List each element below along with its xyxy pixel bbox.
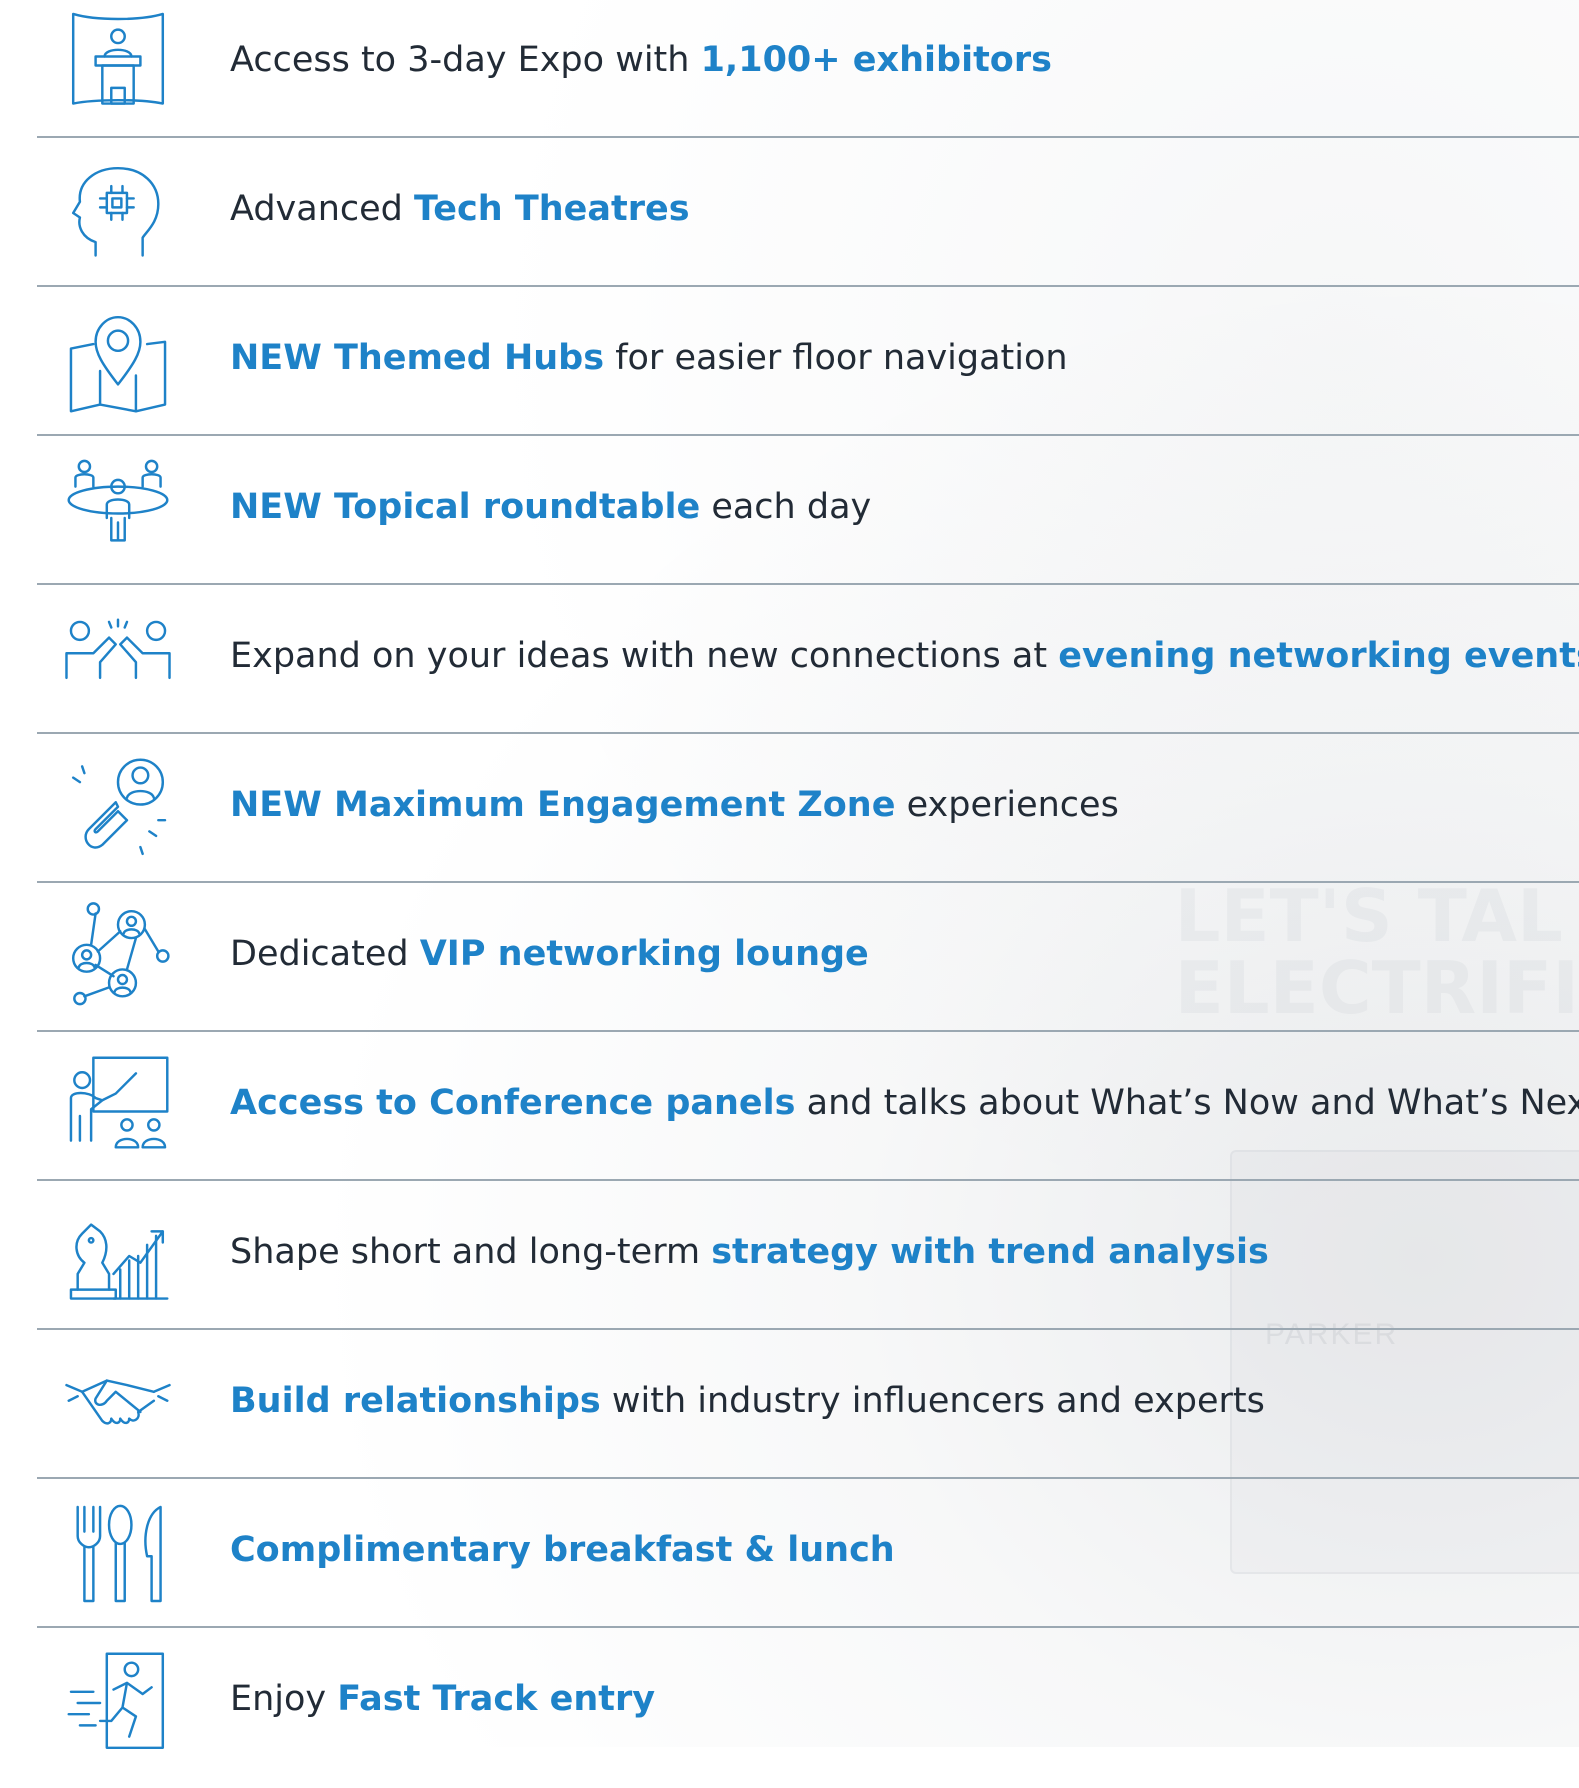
feature-highlight: 1,100+ exhibitors xyxy=(701,40,1052,80)
feature-row: Shape short and long-term strategy with … xyxy=(0,1192,1579,1341)
roundtable-icon xyxy=(62,453,174,565)
feature-row: NEW Topical roundtable each day xyxy=(0,447,1579,596)
brain-chip-icon xyxy=(62,157,174,269)
high-five-icon xyxy=(62,604,174,716)
feature-text: Complimentary breakfast & lunch xyxy=(230,1533,895,1568)
feature-text-segment: for easier floor navigation xyxy=(604,338,1068,378)
feature-highlight: VIP networking lounge xyxy=(420,934,869,974)
row-divider xyxy=(37,1030,1579,1032)
feature-text-segment: Access to 3-day Expo with xyxy=(230,40,701,80)
feature-row: NEW Maximum Engagement Zone experiences xyxy=(0,745,1579,894)
feature-text: Dedicated VIP networking lounge xyxy=(230,937,869,972)
row-divider xyxy=(37,434,1579,436)
feature-text-segment: Shape short and long-term xyxy=(230,1232,711,1272)
feature-text-segment: Advanced xyxy=(230,189,414,229)
feature-highlight: NEW Topical roundtable xyxy=(230,487,700,527)
feature-highlight: Build relationships xyxy=(230,1381,601,1421)
feature-text: Access to 3-day Expo with 1,100+ exhibit… xyxy=(230,43,1052,78)
feature-highlight: Fast Track entry xyxy=(337,1679,655,1719)
feature-row: NEW Themed Hubs for easier floor navigat… xyxy=(0,298,1579,447)
feature-highlight: Complimentary breakfast & lunch xyxy=(230,1530,895,1570)
feature-text: Advanced Tech Theatres xyxy=(230,192,690,227)
feature-text: Build relationships with industry influe… xyxy=(230,1384,1265,1419)
feature-row: Expand on your ideas with new connection… xyxy=(0,596,1579,745)
feature-highlight: strategy with trend analysis xyxy=(711,1232,1269,1272)
feature-highlight: Access to Conference panels xyxy=(230,1083,796,1123)
feature-row: Build relationships with industry influe… xyxy=(0,1341,1579,1490)
feature-text-segment: each day xyxy=(700,487,871,527)
feature-row: Dedicated VIP networking lounge xyxy=(0,894,1579,1043)
feature-highlight: NEW Maximum Engagement Zone xyxy=(230,785,895,825)
feature-text: Expand on your ideas with new connection… xyxy=(230,639,1579,674)
row-divider xyxy=(37,732,1579,734)
feature-text: Access to Conference panels and talks ab… xyxy=(230,1086,1579,1121)
podium-icon xyxy=(62,5,174,117)
feature-text: NEW Maximum Engagement Zone experiences xyxy=(230,788,1119,823)
feature-row: Access to Conference panels and talks ab… xyxy=(0,1043,1579,1192)
row-divider xyxy=(37,1477,1579,1479)
feature-text: NEW Topical roundtable each day xyxy=(230,490,871,525)
feature-highlight: evening networking events xyxy=(1058,636,1579,676)
magnet-person-icon xyxy=(62,753,174,865)
feature-text-segment: Enjoy xyxy=(230,1679,337,1719)
feature-text-segment: Dedicated xyxy=(230,934,420,974)
chess-chart-icon xyxy=(62,1200,174,1312)
feature-row: Access to 3-day Expo with 1,100+ exhibit… xyxy=(0,0,1579,149)
presentation-icon xyxy=(62,1051,174,1163)
row-divider xyxy=(37,1328,1579,1330)
feature-row: Enjoy Fast Track entry xyxy=(0,1639,1579,1788)
feature-text-segment: and talks about What’s Now and What’s Ne… xyxy=(796,1083,1579,1123)
row-divider xyxy=(37,136,1579,138)
feature-highlight: Tech Theatres xyxy=(414,189,690,229)
row-divider xyxy=(37,285,1579,287)
feature-highlight: NEW Themed Hubs xyxy=(230,338,604,378)
utensils-icon xyxy=(62,1498,174,1610)
row-divider xyxy=(37,583,1579,585)
feature-text: Shape short and long-term strategy with … xyxy=(230,1235,1269,1270)
row-divider xyxy=(37,1626,1579,1628)
feature-text: Enjoy Fast Track entry xyxy=(230,1682,655,1717)
row-divider xyxy=(37,1179,1579,1181)
feature-row: Advanced Tech Theatres xyxy=(0,149,1579,298)
row-divider xyxy=(37,881,1579,883)
feature-text: NEW Themed Hubs for easier floor navigat… xyxy=(230,341,1068,376)
network-people-icon xyxy=(62,900,174,1012)
feature-text-segment: Expand on your ideas with new connection… xyxy=(230,636,1058,676)
feature-text-segment: with industry influencers and experts xyxy=(601,1381,1265,1421)
feature-row: Complimentary breakfast & lunch xyxy=(0,1490,1579,1639)
handshake-icon xyxy=(62,1347,174,1459)
fast-track-icon xyxy=(62,1647,174,1759)
map-pin-icon xyxy=(62,306,174,418)
feature-text-segment: experiences xyxy=(895,785,1118,825)
